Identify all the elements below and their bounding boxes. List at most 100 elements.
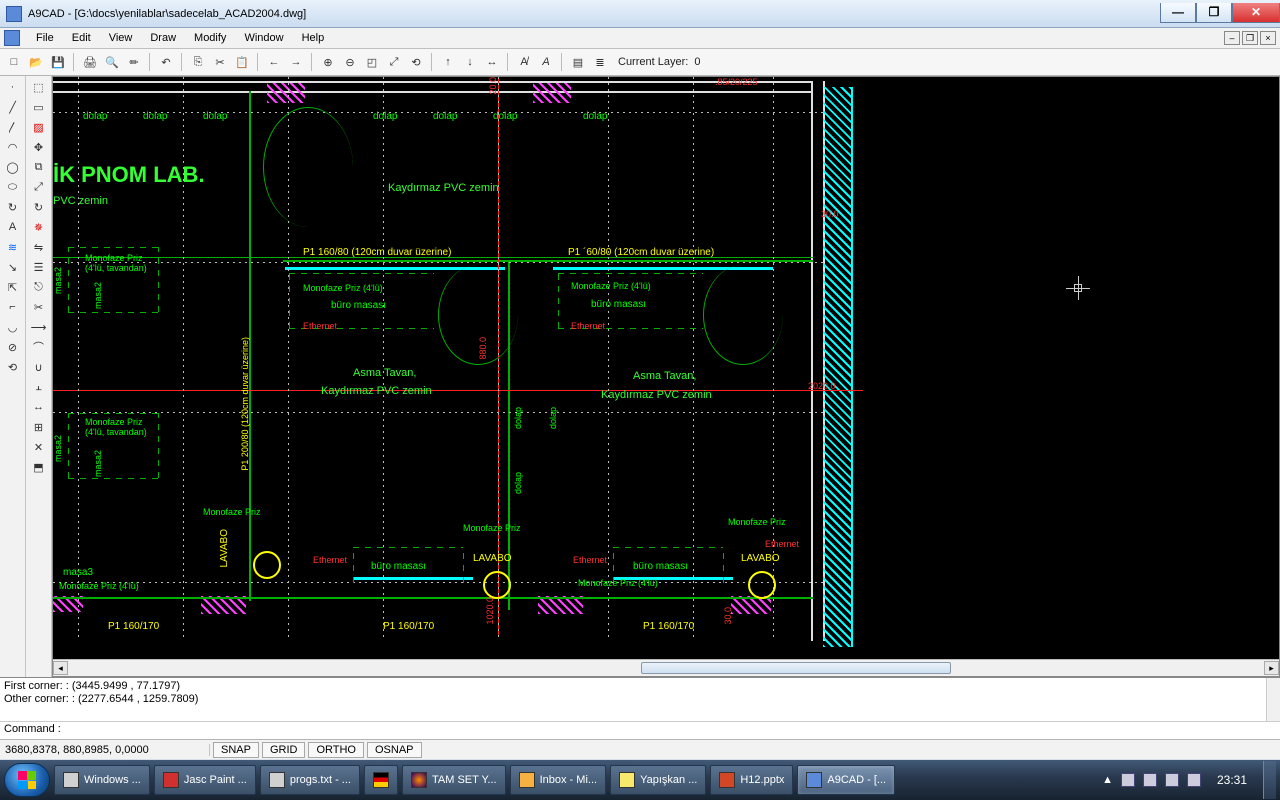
pan-right-icon[interactable]: → xyxy=(286,52,306,72)
tool-rotate-icon[interactable]: ↻ xyxy=(3,198,23,216)
mdi-minimize-button[interactable]: – xyxy=(1224,31,1240,45)
tool-copy2-icon[interactable]: ⧉ xyxy=(29,158,49,176)
tool-offset-icon[interactable]: ☰ xyxy=(29,258,49,276)
tool-join-icon[interactable]: ∪ xyxy=(29,358,49,376)
cut-icon[interactable]: ✂ xyxy=(210,52,230,72)
start-button[interactable] xyxy=(4,763,50,797)
mdi-restore-button[interactable]: ❐ xyxy=(1242,31,1258,45)
tool-fillet-icon[interactable]: ⌒ xyxy=(29,338,49,356)
tool-rect-icon[interactable]: ▭ xyxy=(29,98,49,116)
new-icon[interactable]: □ xyxy=(4,52,24,72)
tool-dim3-icon[interactable]: ⌐ xyxy=(3,298,23,316)
zoom-previous-icon[interactable]: ⟲ xyxy=(406,52,426,72)
scroll-right-icon[interactable]: ▸ xyxy=(1264,661,1279,675)
copy-icon[interactable]: ⎘ xyxy=(188,52,208,72)
tool-point-icon[interactable]: · xyxy=(3,78,23,96)
ortho-toggle[interactable]: ORTHO xyxy=(308,742,364,758)
layers-icon[interactable]: ▤ xyxy=(568,52,588,72)
system-tray[interactable]: ▲ 23:31 xyxy=(1102,773,1259,787)
task-sticky[interactable]: Yapışkan ... xyxy=(610,765,706,795)
zoom-window-icon[interactable]: ◰ xyxy=(362,52,382,72)
pan-up-icon[interactable]: ↑ xyxy=(438,52,458,72)
zoom-in-icon[interactable]: ⊕ xyxy=(318,52,338,72)
grid-toggle[interactable]: GRID xyxy=(262,742,306,758)
menu-window[interactable]: Window xyxy=(236,30,291,46)
tool-dim5-icon[interactable]: ⊘ xyxy=(3,338,23,356)
linetype-icon[interactable]: ≣ xyxy=(590,52,610,72)
osnap-toggle[interactable]: OSNAP xyxy=(367,742,422,758)
mdi-close-button[interactable]: × xyxy=(1260,31,1276,45)
pan-down-icon[interactable]: ↓ xyxy=(460,52,480,72)
tool-text-icon[interactable]: A xyxy=(3,218,23,236)
tool-arc-icon[interactable]: ◠ xyxy=(3,138,23,156)
task-progs[interactable]: progs.txt - ... xyxy=(260,765,360,795)
tool-move-icon[interactable]: ✥ xyxy=(29,138,49,156)
zoom-out-icon[interactable]: ⊖ xyxy=(340,52,360,72)
tool-insert-icon[interactable]: ⬒ xyxy=(29,458,49,476)
menu-view[interactable]: View xyxy=(101,30,141,46)
pan-left-icon[interactable]: ← xyxy=(264,52,284,72)
tray-icon[interactable] xyxy=(1143,773,1157,787)
tool-scale-icon[interactable]: ⤢ xyxy=(29,178,49,196)
tool-dim-icon[interactable]: ↘ xyxy=(3,258,23,276)
undo-icon[interactable]: ↶ xyxy=(156,52,176,72)
tool-dim6-icon[interactable]: ⟲ xyxy=(3,358,23,376)
scroll-thumb[interactable] xyxy=(641,662,951,674)
drawing-canvas[interactable]: İK PNOM LAB. PVC zemin Kaydırmaz PVC zem… xyxy=(53,77,1279,658)
window-close-button[interactable]: ✕ xyxy=(1232,3,1280,23)
tool-polyline-icon[interactable]: 〳 xyxy=(3,118,23,136)
tool-ellipse-icon[interactable]: ⬭ xyxy=(3,178,23,196)
tray-network-icon[interactable] xyxy=(1165,773,1179,787)
tool-block-icon[interactable]: ✕ xyxy=(29,438,49,456)
zoom-extents-icon[interactable]: ⤢ xyxy=(384,52,404,72)
tray-volume-icon[interactable] xyxy=(1187,773,1201,787)
tool-rotate2-icon[interactable]: ↻ xyxy=(29,198,49,216)
command-prompt[interactable]: Command : xyxy=(0,722,1280,739)
task-a9cad[interactable]: A9CAD - [... xyxy=(797,765,895,795)
tool-align-icon[interactable]: ⫠ xyxy=(29,378,49,396)
print-preview-icon[interactable]: 🔍 xyxy=(102,52,122,72)
menu-file[interactable]: File xyxy=(28,30,62,46)
task-windows[interactable]: Windows ... xyxy=(54,765,150,795)
tool-line-icon[interactable]: ╱ xyxy=(3,98,23,116)
menu-modify[interactable]: Modify xyxy=(186,30,234,46)
plot-icon[interactable]: ✏ xyxy=(124,52,144,72)
tool-select-icon[interactable]: ⬚ xyxy=(29,78,49,96)
tool-break-icon[interactable]: ⎋ xyxy=(29,278,49,296)
tray-icon[interactable] xyxy=(1121,773,1135,787)
log-vscroll[interactable] xyxy=(1266,678,1280,721)
clock[interactable]: 23:31 xyxy=(1209,773,1255,787)
tool-dim2-icon[interactable]: ⇱ xyxy=(3,278,23,296)
show-desktop-button[interactable] xyxy=(1263,761,1276,799)
tool-extend-icon[interactable]: ⟶ xyxy=(29,318,49,336)
open-icon[interactable]: 📂 xyxy=(26,52,46,72)
h-scrollbar[interactable]: ◂ ▸ xyxy=(53,659,1279,676)
task-firefox[interactable]: TAM SET Y... xyxy=(402,765,506,795)
tool-trim-icon[interactable]: ✂ xyxy=(29,298,49,316)
tray-expand-icon[interactable]: ▲ xyxy=(1102,774,1113,786)
tool-mirror-icon[interactable]: ⇋ xyxy=(29,238,49,256)
menu-edit[interactable]: Edit xyxy=(64,30,99,46)
window-minimize-button[interactable]: — xyxy=(1160,3,1196,23)
tool-array-icon[interactable]: ⊞ xyxy=(29,418,49,436)
menu-help[interactable]: Help xyxy=(294,30,333,46)
paste-icon[interactable]: 📋 xyxy=(232,52,252,72)
tool-measure-icon[interactable]: ↔ xyxy=(29,398,49,416)
text-style-icon[interactable]: A̸ xyxy=(514,52,534,72)
window-maximize-button[interactable]: ❐ xyxy=(1196,3,1232,23)
task-pptx[interactable]: H12.pptx xyxy=(710,765,793,795)
tool-circle-icon[interactable]: ◯ xyxy=(3,158,23,176)
menu-draw[interactable]: Draw xyxy=(142,30,184,46)
task-inbox[interactable]: Inbox - Mi... xyxy=(510,765,606,795)
tool-explode-icon[interactable]: ✵ xyxy=(29,218,49,236)
text-icon[interactable]: A xyxy=(536,52,556,72)
pan-left2-icon[interactable]: ↔ xyxy=(482,52,502,72)
save-icon[interactable]: 💾 xyxy=(48,52,68,72)
tool-dim4-icon[interactable]: ◡ xyxy=(3,318,23,336)
task-jasc[interactable]: Jasc Paint ... xyxy=(154,765,256,795)
task-lang[interactable] xyxy=(364,765,398,795)
scroll-left-icon[interactable]: ◂ xyxy=(53,661,68,675)
snap-toggle[interactable]: SNAP xyxy=(213,742,259,758)
tool-hatch-icon[interactable]: ≋ xyxy=(3,238,23,256)
print-icon[interactable]: 🖨 xyxy=(80,52,100,72)
